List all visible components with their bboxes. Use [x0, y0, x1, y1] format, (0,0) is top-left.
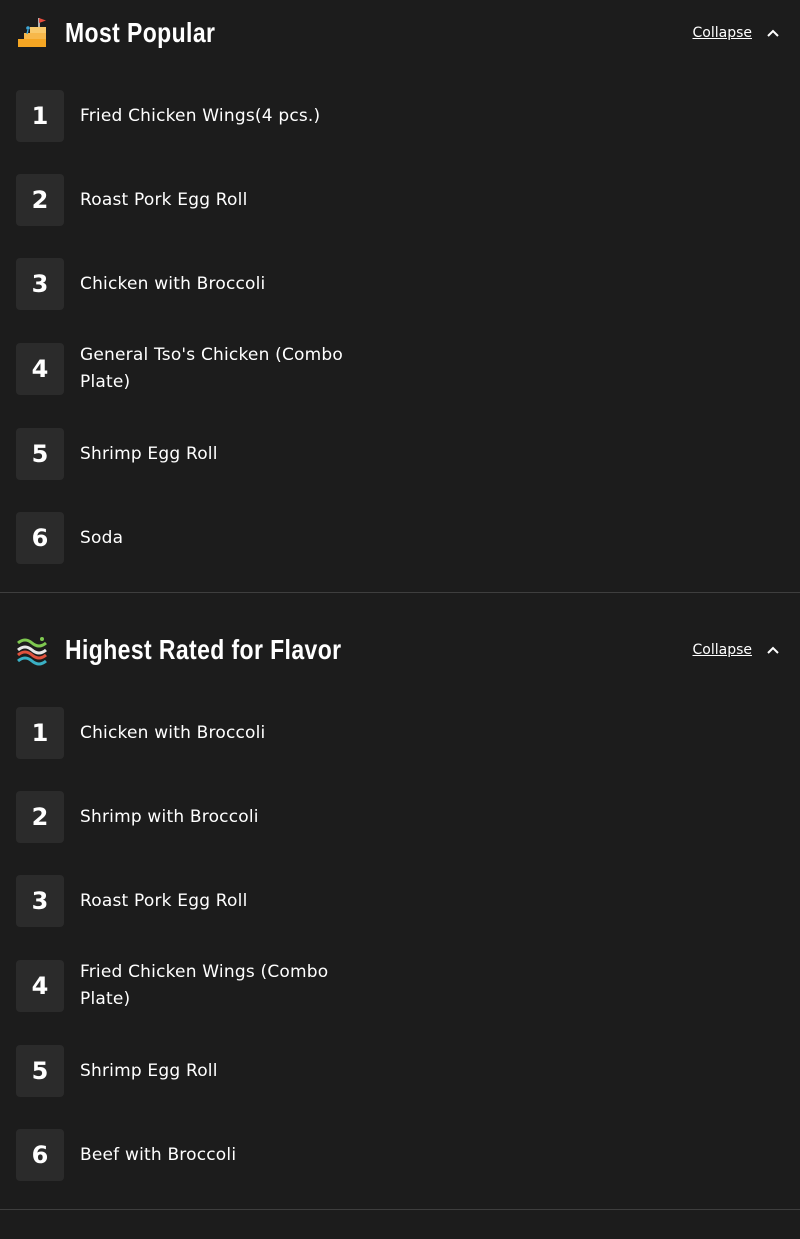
item-name: General Tso's Chicken (Combo Plate): [80, 345, 344, 392]
list-item[interactable]: 4 Fried Chicken Wings (Combo Plate): [0, 943, 800, 1029]
rank-badge: 2: [16, 174, 64, 226]
list-item[interactable]: 1 Fried Chicken Wings(4 pcs.): [0, 74, 800, 158]
collapse-label[interactable]: Collapse: [693, 25, 753, 41]
list-item[interactable]: 6 Soda: [0, 496, 800, 580]
chevron-up-icon[interactable]: [766, 645, 780, 655]
list-item[interactable]: 3 Roast Pork Egg Roll: [0, 859, 800, 943]
item-name: Fried Chicken Wings (Combo Plate): [80, 962, 329, 1009]
collapse-button[interactable]: Collapse: [693, 25, 781, 41]
list-item[interactable]: 2 Roast Pork Egg Roll: [0, 158, 800, 242]
most-popular-section: Most Popular Collapse 1 Fried Chicken Wi…: [0, 0, 800, 593]
section-header: Most Popular Collapse: [0, 0, 800, 66]
section-title: Most Popular: [65, 17, 216, 48]
rank-badge: 3: [16, 875, 64, 927]
rank-badge: 4: [16, 960, 64, 1012]
flavor-waves-icon: [16, 634, 48, 666]
item-name: Shrimp Egg Roll: [80, 1060, 218, 1081]
rank-badge: 1: [16, 707, 64, 759]
list-item[interactable]: 6 Beef with Broccoli: [0, 1113, 800, 1197]
rank-badge: 2: [16, 791, 64, 843]
rank-badge: 6: [16, 1129, 64, 1181]
rank-badge: 3: [16, 258, 64, 310]
chevron-up-icon[interactable]: [766, 28, 780, 38]
list-item[interactable]: 2 Shrimp with Broccoli: [0, 775, 800, 859]
list-item[interactable]: 3 Chicken with Broccoli: [0, 242, 800, 326]
rank-badge: 6: [16, 512, 64, 564]
item-name: Soda: [80, 527, 124, 548]
item-name: Chicken with Broccoli: [80, 273, 266, 294]
item-name: Shrimp with Broccoli: [80, 806, 259, 827]
item-name: Shrimp Egg Roll: [80, 443, 218, 464]
list-item[interactable]: 5 Shrimp Egg Roll: [0, 412, 800, 496]
collapse-label[interactable]: Collapse: [693, 642, 753, 658]
item-name: Chicken with Broccoli: [80, 722, 266, 743]
item-name: Beef with Broccoli: [80, 1144, 237, 1165]
list-item[interactable]: 1 Chicken with Broccoli: [0, 691, 800, 775]
item-name: Fried Chicken Wings(4 pcs.): [80, 105, 321, 126]
list-item[interactable]: 5 Shrimp Egg Roll: [0, 1029, 800, 1113]
rank-badge: 1: [16, 90, 64, 142]
highest-rated-flavor-section: Highest Rated for Flavor Collapse 1 Chic…: [0, 617, 800, 1210]
rank-badge: 5: [16, 428, 64, 480]
ranked-list: 1 Chicken with Broccoli 2 Shrimp with Br…: [0, 683, 800, 1209]
section-header: Highest Rated for Flavor Collapse: [0, 617, 800, 683]
stairs-flag-icon: [16, 17, 48, 49]
collapse-button[interactable]: Collapse: [693, 642, 781, 658]
item-name: Roast Pork Egg Roll: [80, 189, 248, 210]
rank-badge: 4: [16, 343, 64, 395]
rank-badge: 5: [16, 1045, 64, 1097]
item-name: Roast Pork Egg Roll: [80, 890, 248, 911]
section-title: Highest Rated for Flavor: [65, 634, 342, 665]
list-item[interactable]: 4 General Tso's Chicken (Combo Plate): [0, 326, 800, 412]
ranked-list: 1 Fried Chicken Wings(4 pcs.) 2 Roast Po…: [0, 66, 800, 592]
